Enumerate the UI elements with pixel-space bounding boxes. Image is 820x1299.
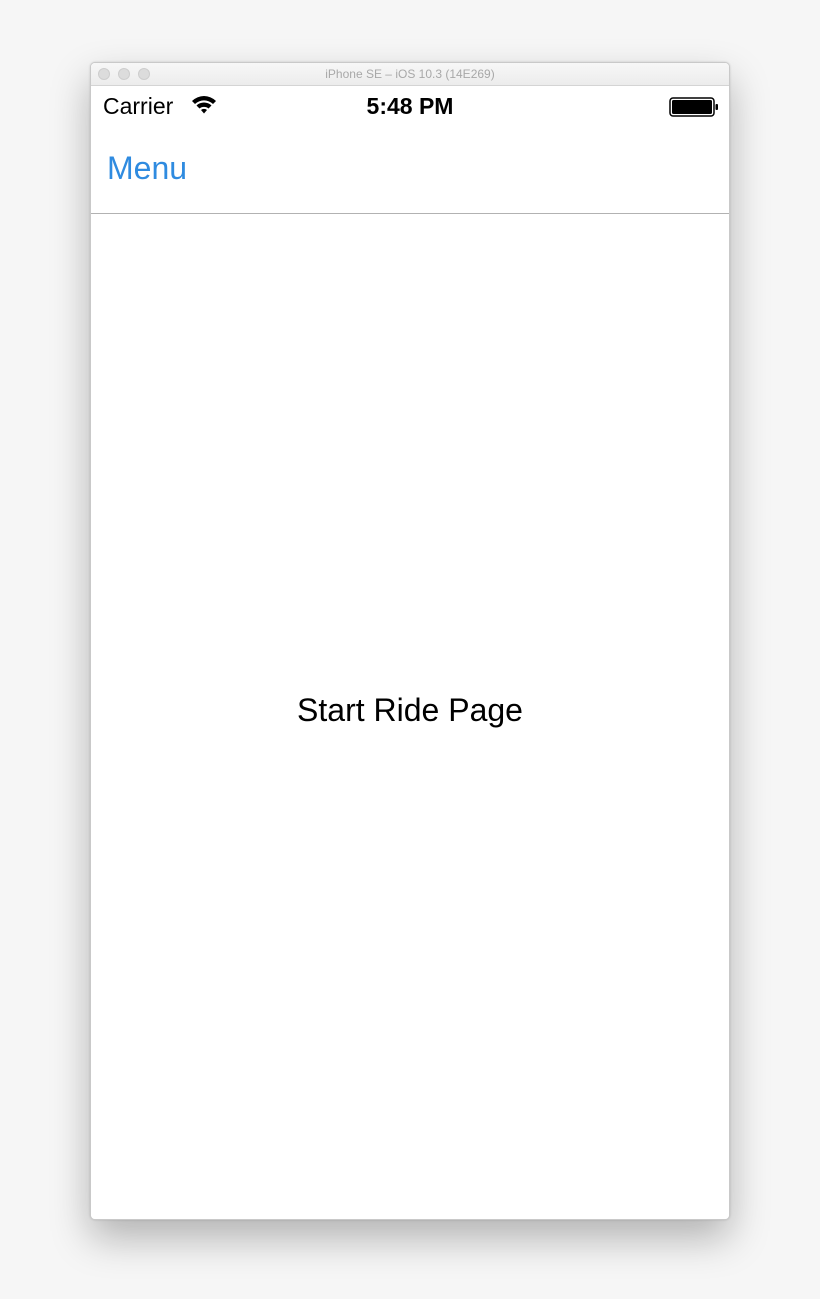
page-title: Start Ride Page xyxy=(297,692,523,728)
simulator-window: iPhone SE – iOS 10.3 (14E269) Carrier 5:… xyxy=(90,62,730,1220)
navigation-bar: Menu xyxy=(91,126,729,214)
status-bar: Carrier 5:48 PM xyxy=(91,86,729,126)
window-title: iPhone SE – iOS 10.3 (14E269) xyxy=(325,67,495,81)
main-content: Start Ride Page xyxy=(91,214,729,1219)
status-time: 5:48 PM xyxy=(366,93,454,119)
window-titlebar: iPhone SE – iOS 10.3 (14E269) xyxy=(91,63,729,86)
menu-button[interactable]: Menu xyxy=(107,150,187,187)
battery-icon xyxy=(669,97,719,117)
